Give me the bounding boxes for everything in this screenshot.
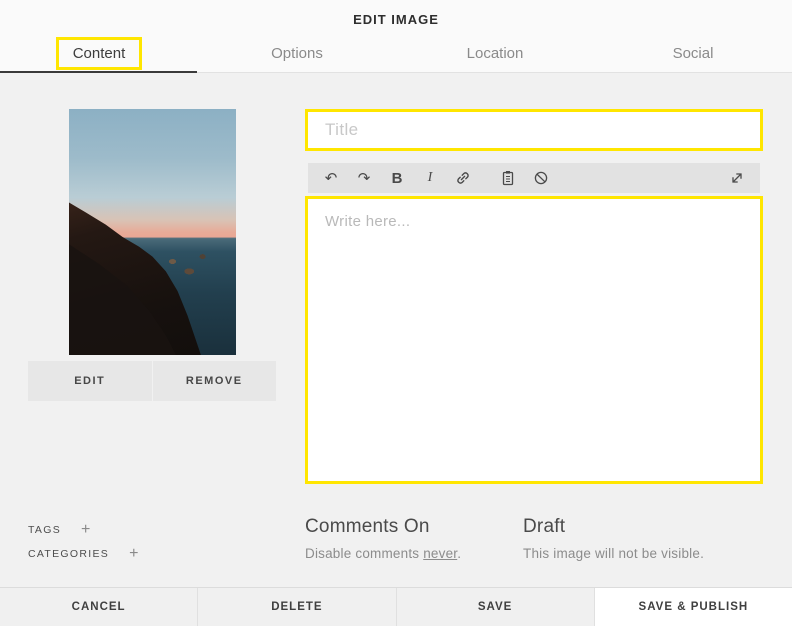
tab-bar: Content Options Location Social <box>0 33 792 73</box>
save-and-publish-button[interactable]: SAVE & PUBLISH <box>593 588 792 626</box>
tab-options[interactable]: Options <box>198 33 396 73</box>
comments-never-link[interactable]: never <box>423 546 457 561</box>
tab-options-label: Options <box>271 44 323 62</box>
undo-icon[interactable]: ↶ <box>320 167 342 189</box>
comments-heading: Comments On <box>305 516 430 537</box>
edit-image-dialog: EDIT IMAGE Content Options Location Soci… <box>0 0 792 626</box>
link-icon[interactable] <box>452 167 474 189</box>
add-category-icon[interactable]: + <box>129 546 138 562</box>
add-tag-icon[interactable]: + <box>81 522 90 538</box>
dialog-title: EDIT IMAGE <box>353 12 439 27</box>
active-tab-underline <box>0 71 197 73</box>
no-style-icon[interactable] <box>530 167 552 189</box>
clipboard-icon[interactable] <box>497 167 519 189</box>
footer-action-bar: CANCEL DELETE SAVE SAVE & PUBLISH <box>0 587 792 626</box>
tab-location[interactable]: Location <box>396 33 594 73</box>
draft-description: This image will not be visible. <box>523 546 705 561</box>
body-field-highlight <box>305 196 763 484</box>
comments-text-suffix: . <box>457 546 462 561</box>
comments-block: Comments On Disable comments never. <box>305 516 461 561</box>
draft-status-block: Draft This image will not be visible. <box>523 516 704 561</box>
tab-content[interactable]: Content <box>0 33 198 73</box>
comments-text-prefix: Disable comments <box>305 546 424 561</box>
expand-icon[interactable] <box>726 167 748 189</box>
dialog-header: EDIT IMAGE Content Options Location Soci… <box>0 0 792 73</box>
categories-row: CATEGORIES + <box>28 546 138 562</box>
title-input[interactable] <box>308 112 760 148</box>
tab-social-label: Social <box>672 44 714 62</box>
bold-icon[interactable]: B <box>386 167 408 189</box>
tab-content-label: Content <box>72 44 126 62</box>
image-thumbnail <box>69 109 236 355</box>
body-textarea[interactable] <box>308 199 760 481</box>
tab-social[interactable]: Social <box>594 33 792 73</box>
cancel-button[interactable]: CANCEL <box>0 588 198 626</box>
categories-label: CATEGORIES <box>28 548 110 560</box>
thumbnail-actions: EDIT REMOVE <box>28 361 276 401</box>
delete-button[interactable]: DELETE <box>197 588 396 626</box>
tab-location-label: Location <box>466 44 524 62</box>
text-format-toolbar: ↶ ↷ B I <box>308 163 760 193</box>
tags-row: TAGS + <box>28 522 90 538</box>
title-field-highlight <box>305 109 763 151</box>
comments-subtext: Disable comments never. <box>305 546 461 561</box>
redo-icon[interactable]: ↷ <box>353 167 375 189</box>
remove-button[interactable]: REMOVE <box>152 361 276 401</box>
tutorial-highlight-box: Content <box>55 36 143 70</box>
draft-heading: Draft <box>523 516 566 537</box>
italic-icon[interactable]: I <box>419 167 441 189</box>
edit-button[interactable]: EDIT <box>28 361 152 401</box>
save-button[interactable]: SAVE <box>395 588 594 626</box>
tags-label: TAGS <box>28 524 62 536</box>
